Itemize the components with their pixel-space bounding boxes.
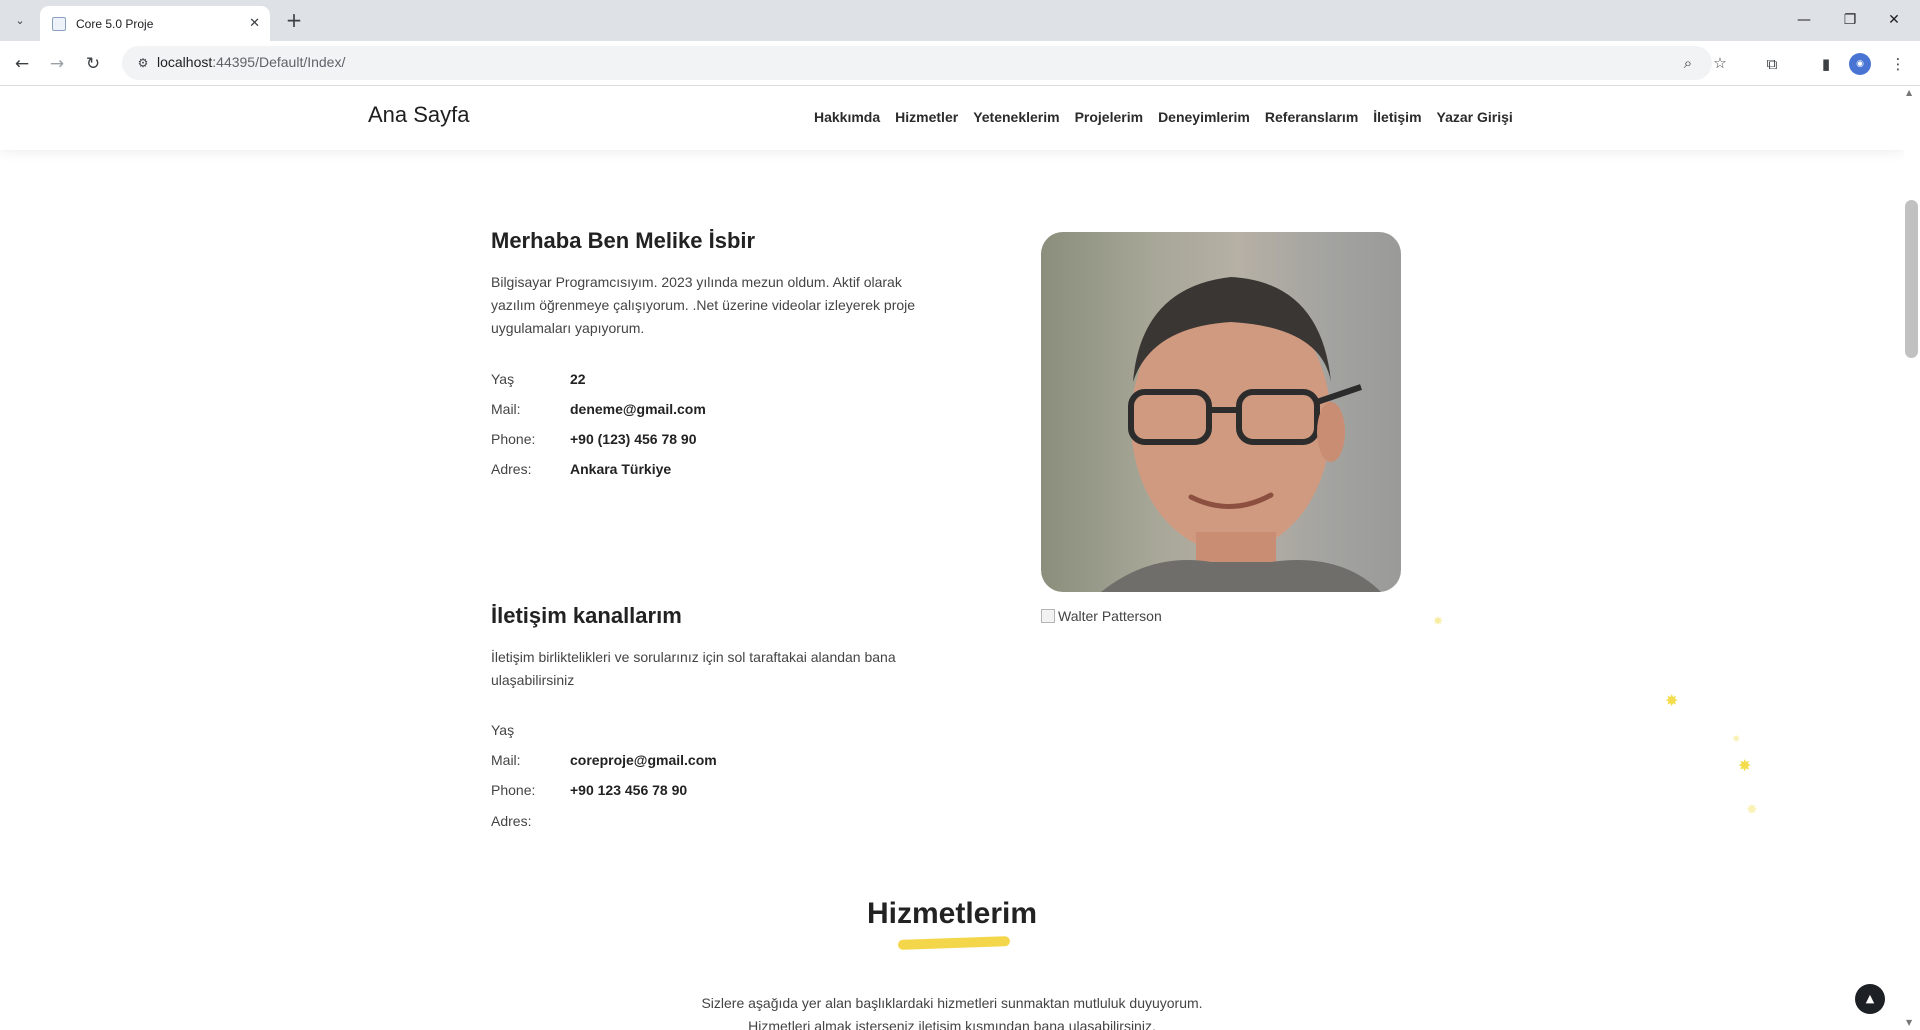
close-tab-icon[interactable]: ✕ bbox=[249, 16, 260, 31]
info-label: Yaş bbox=[491, 722, 515, 738]
forward-arrow-icon[interactable]: → bbox=[45, 52, 69, 76]
browser-tab-bar: ⌄ Core 5.0 Proje ✕ + — ❐ ✕ bbox=[0, 0, 1920, 41]
about-row-phone: Phone: +90 (123) 456 78 90 bbox=[491, 431, 697, 447]
contact-title: İletişim kanallarım bbox=[491, 603, 682, 628]
info-value: coreproje@gmail.com bbox=[570, 752, 717, 768]
zoom-icon[interactable]: ⌕ bbox=[1678, 53, 1698, 73]
menu-item-deneyimlerim[interactable]: Deneyimlerim bbox=[1158, 109, 1250, 125]
side-panel-icon[interactable]: ▮ bbox=[1814, 52, 1838, 76]
browser-menu-icon[interactable]: ⋮ bbox=[1886, 52, 1910, 76]
profile-photo bbox=[1041, 232, 1401, 592]
info-value: +90 (123) 456 78 90 bbox=[570, 431, 697, 447]
star-icon: ✸ bbox=[1738, 756, 1752, 775]
url-text[interactable]: localhost:44395/Default/Index/ bbox=[157, 54, 345, 70]
contact-text: İletişim birliktelikleri ve sorularınız … bbox=[491, 649, 896, 688]
title-underline bbox=[897, 936, 1011, 950]
site-brand[interactable]: Ana Sayfa bbox=[368, 102, 470, 128]
menu-item-projelerim[interactable]: Projelerim bbox=[1075, 109, 1143, 125]
info-label: Phone: bbox=[491, 782, 536, 798]
profile-avatar-icon[interactable]: ◉ bbox=[1849, 53, 1871, 75]
contact-row-mail: Mail: coreproje@gmail.com bbox=[491, 752, 717, 768]
menu-item-referanslarim[interactable]: Referanslarım bbox=[1265, 109, 1358, 125]
about-row-address: Adres: Ankara Türkiye bbox=[491, 461, 671, 477]
info-label: Yaş bbox=[491, 371, 515, 387]
tab-title: Core 5.0 Proje bbox=[76, 16, 154, 31]
photo-alt-label: Walter Patterson bbox=[1058, 608, 1162, 624]
info-value: Ankara Türkiye bbox=[570, 461, 672, 477]
services-line-1: Sizlere aşağıda yer alan başlıklardaki h… bbox=[701, 995, 1203, 1011]
info-value: 22 bbox=[570, 371, 586, 387]
contact-row-address: Adres: bbox=[491, 813, 570, 829]
menu-item-iletisim[interactable]: İletişim bbox=[1373, 109, 1421, 125]
bookmark-star-icon[interactable]: ☆ bbox=[1710, 53, 1730, 73]
info-label: Adres: bbox=[491, 461, 532, 477]
url-path: :44395/Default/Index/ bbox=[212, 54, 346, 70]
tab-search-dropdown-icon[interactable]: ⌄ bbox=[8, 8, 32, 32]
services-title: Hizmetlerim bbox=[866, 897, 1038, 930]
about-row-age: Yaş 22 bbox=[491, 371, 586, 387]
star-icon: ✸ bbox=[1433, 614, 1444, 628]
broken-image-icon bbox=[1041, 609, 1055, 623]
extensions-icon[interactable]: ⧉ bbox=[1760, 52, 1784, 76]
new-tab-button[interactable]: + bbox=[282, 9, 306, 33]
page-favicon-icon bbox=[52, 16, 66, 31]
chevron-up-icon: ▲ bbox=[1865, 992, 1875, 1005]
reload-icon[interactable]: ↻ bbox=[81, 52, 105, 76]
info-value: +90 123 456 78 90 bbox=[570, 782, 688, 798]
browser-tab[interactable]: Core 5.0 Proje ✕ bbox=[40, 6, 270, 41]
services-text: Sizlere aşağıda yer alan başlıklardaki h… bbox=[0, 992, 1904, 1030]
info-value: deneme@gmail.com bbox=[570, 401, 706, 417]
restore-button[interactable]: ❐ bbox=[1830, 8, 1870, 32]
star-icon: ✸ bbox=[1732, 734, 1741, 745]
info-label: Phone: bbox=[491, 431, 536, 447]
scroll-to-top-button[interactable]: ▲ bbox=[1855, 984, 1885, 1014]
minimize-button[interactable]: — bbox=[1784, 8, 1824, 32]
photo-alt-text: Walter Patterson bbox=[1041, 608, 1162, 624]
star-icon: ✸ bbox=[1746, 802, 1758, 818]
about-row-mail: Mail: deneme@gmail.com bbox=[491, 401, 706, 417]
menu-item-hizmetler[interactable]: Hizmetler bbox=[895, 109, 958, 125]
portrait-illustration bbox=[1101, 277, 1381, 592]
info-label: Mail: bbox=[491, 401, 521, 417]
page-viewport: Ana Sayfa Hakkımda Hizmetler Yetenekleri… bbox=[0, 86, 1904, 1030]
url-host: localhost bbox=[157, 54, 213, 70]
site-header: Ana Sayfa Hakkımda Hizmetler Yetenekleri… bbox=[0, 86, 1904, 150]
scrollbar-thumb[interactable] bbox=[1905, 200, 1918, 358]
star-icon: ✸ bbox=[1665, 691, 1679, 710]
main-menu: Hakkımda Hizmetler Yeteneklerim Projeler… bbox=[814, 109, 1528, 125]
close-window-button[interactable]: ✕ bbox=[1874, 8, 1914, 32]
menu-item-yazar-girisi[interactable]: Yazar Girişi bbox=[1437, 109, 1513, 125]
menu-item-yeteneklerim[interactable]: Yeteneklerim bbox=[973, 109, 1059, 125]
browser-toolbar: ← → ↻ ⚙ localhost:44395/Default/Index/ ⌕… bbox=[0, 41, 1920, 86]
back-arrow-icon[interactable]: ← bbox=[10, 52, 34, 76]
contact-row-phone: Phone: +90 123 456 78 90 bbox=[491, 782, 687, 798]
info-label: Adres: bbox=[491, 813, 532, 829]
info-label: Mail: bbox=[491, 752, 521, 768]
about-title: Merhaba Ben Melike İsbir bbox=[491, 228, 756, 253]
address-bar[interactable]: ⚙ localhost:44395/Default/Index/ ⌕ ☆ bbox=[122, 46, 1727, 80]
menu-item-hakkimda[interactable]: Hakkımda bbox=[814, 109, 880, 125]
scroll-up-arrow-icon[interactable]: ▲ bbox=[1906, 88, 1912, 97]
about-text: Bilgisayar Programcısıyım. 2023 yılında … bbox=[491, 274, 916, 336]
site-info-icon[interactable]: ⚙ bbox=[134, 54, 152, 72]
scroll-down-arrow-icon[interactable]: ▼ bbox=[1906, 1018, 1912, 1027]
services-line-2: Hizmetleri almak isterseniz iletişim kıs… bbox=[748, 1018, 1156, 1030]
contact-row-age: Yaş bbox=[491, 722, 570, 738]
